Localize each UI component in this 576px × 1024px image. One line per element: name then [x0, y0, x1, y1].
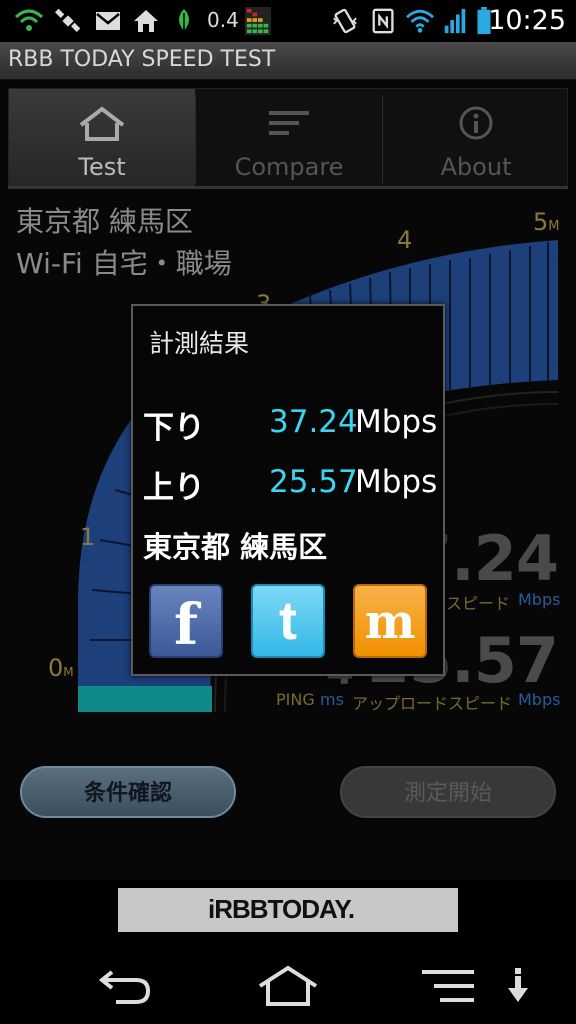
navigation-bar	[0, 944, 576, 1024]
tab-test[interactable]: Test	[9, 89, 195, 187]
download-label: 下り	[143, 410, 205, 446]
ping-label: PING	[276, 690, 315, 709]
app-title-bar: RBB TODAY SPEED TEST	[0, 42, 576, 80]
facebook-share-button[interactable]: f	[149, 584, 223, 658]
upload-value: 25.57	[269, 464, 358, 500]
upload-speed-unit: Mbps	[518, 690, 561, 709]
app-title: RBB TODAY SPEED TEST	[8, 47, 276, 72]
mixi-icon: m	[364, 594, 416, 650]
facebook-icon: f	[173, 592, 199, 658]
upload-label: 上り	[143, 470, 205, 506]
tab-about[interactable]: About	[383, 89, 569, 187]
upload-speed-label: アップロードスピード	[352, 694, 513, 713]
gauge-tick-0: 0M	[48, 654, 74, 682]
leaf-icon	[179, 9, 189, 33]
download-unit: Mbps	[355, 404, 438, 440]
gauge-base-bar	[78, 686, 212, 712]
home-icon	[134, 10, 158, 32]
back-icon[interactable]	[98, 964, 154, 1008]
rbb-today-banner[interactable]: iRBBTODAY.	[118, 888, 458, 932]
tab-bar: Test Compare About	[8, 88, 568, 188]
menu-icon[interactable]	[420, 964, 476, 1008]
data-rate: 0.4	[207, 8, 239, 32]
tab-label: Test	[78, 153, 126, 181]
signal-meter-icon	[244, 7, 272, 35]
signal-icon	[444, 8, 466, 34]
status-bar: 0.4 10:25	[0, 0, 576, 42]
wifi-icon	[14, 9, 44, 31]
tab-underline	[8, 186, 568, 189]
satellite-icon	[55, 8, 81, 32]
clock: 10:25	[488, 5, 566, 36]
download-speed-unit: Mbps	[518, 590, 561, 609]
twitter-icon: t	[279, 591, 297, 651]
tab-label: Compare	[234, 153, 344, 181]
nfc-icon	[372, 8, 394, 34]
gauge-tick-1: 1	[80, 523, 95, 551]
result-dialog: 計測結果 下り 37.24 Mbps 上り 25.57 Mbps 東京都 練馬区…	[131, 304, 445, 676]
check-conditions-button[interactable]: 条件確認	[20, 766, 236, 818]
tab-compare[interactable]: Compare	[196, 89, 382, 187]
ping-unit: ms	[320, 690, 344, 709]
vibrate-icon	[333, 8, 357, 34]
gauge-tick-4: 4	[397, 226, 412, 254]
twitter-share-button[interactable]: t	[251, 584, 325, 658]
home-icon	[79, 106, 125, 141]
dialog-title: 計測結果	[149, 329, 250, 358]
gauge-tick-5: 5M	[533, 208, 560, 236]
info-icon	[459, 106, 493, 140]
banner-text: iRBBTODAY.	[208, 894, 355, 924]
tab-label: About	[440, 153, 512, 181]
download-value: 37.24	[269, 404, 358, 440]
wifi-icon	[405, 9, 435, 33]
mixi-share-button[interactable]: m	[353, 584, 427, 658]
home-icon[interactable]	[256, 964, 320, 1008]
upload-unit: Mbps	[355, 464, 438, 500]
start-test-button[interactable]: 測定開始	[340, 766, 556, 818]
download-icon[interactable]	[506, 964, 530, 1008]
mail-icon	[96, 12, 120, 30]
download-speed-label: スピード	[446, 594, 511, 613]
list-icon	[269, 111, 309, 135]
dialog-location: 東京都 練馬区	[143, 530, 328, 564]
